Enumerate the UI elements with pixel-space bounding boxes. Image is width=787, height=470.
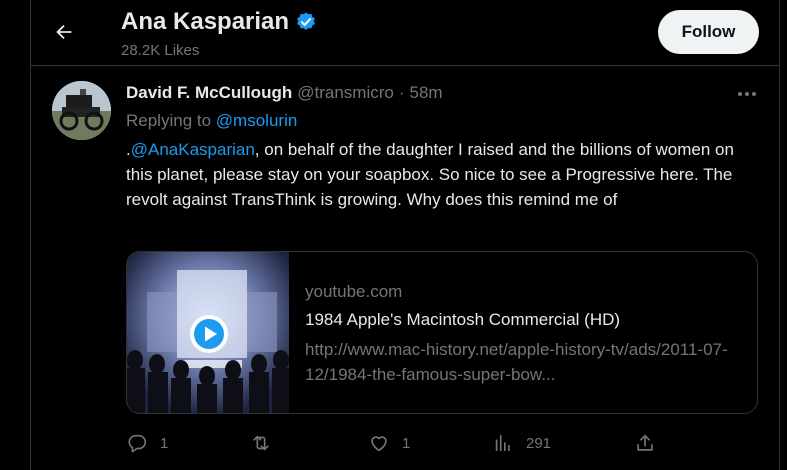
card-title: 1984 Apple's Macintosh Commercial (HD): [305, 310, 621, 329]
mention-link[interactable]: @AnaKasparian: [131, 140, 255, 159]
share-button[interactable]: [634, 430, 656, 456]
more-options-button[interactable]: [735, 86, 759, 102]
repost-icon: [253, 435, 269, 451]
reply-button[interactable]: 1: [126, 430, 168, 456]
reply-count: 1: [160, 434, 169, 452]
author-handle[interactable]: @transmicro: [297, 83, 394, 103]
profile-likes-count: 28.2K Likes: [121, 42, 200, 59]
play-button-icon[interactable]: [189, 314, 229, 354]
views-chart-icon: [495, 434, 510, 452]
share-icon: [637, 434, 653, 451]
card-description: http://www.mac-history.net/apple-history…: [305, 340, 728, 384]
tweet-text: .@AnaKasparian, on behalf of the daughte…: [126, 137, 736, 212]
author-name[interactable]: David F. McCullough: [126, 83, 292, 103]
meta-separator: ·: [398, 83, 405, 102]
replying-to: Replying to @msolurin: [126, 111, 297, 131]
profile-title-row: Ana Kasparian: [121, 8, 317, 36]
heart-icon: [371, 436, 387, 452]
back-button[interactable]: [48, 14, 80, 50]
card-domain: youtube.com: [305, 282, 403, 301]
avatar[interactable]: [52, 81, 111, 140]
arrow-left-icon: [56, 24, 72, 40]
avatar-image: [52, 81, 111, 140]
like-button[interactable]: 1: [368, 430, 410, 456]
card-body: youtube.com 1984 Apple's Macintosh Comme…: [305, 282, 745, 387]
repost-button[interactable]: [250, 430, 284, 456]
profile-header: Ana Kasparian 28.2K Likes Follow: [30, 0, 780, 66]
views-button[interactable]: 291: [492, 430, 551, 456]
tweet-meta: David F. McCullough @transmicro · 58m: [126, 83, 443, 103]
profile-name: Ana Kasparian: [121, 8, 290, 35]
views-count: 291: [526, 434, 552, 452]
replying-to-link[interactable]: @msolurin: [216, 111, 298, 130]
tweet-time[interactable]: 58m: [410, 83, 443, 103]
replying-prefix: Replying to: [126, 111, 212, 130]
tweet-actions: 1 1 291: [126, 430, 758, 458]
link-card[interactable]: youtube.com 1984 Apple's Macintosh Comme…: [126, 251, 758, 414]
card-thumbnail: [127, 252, 289, 413]
verified-badge-icon: [295, 11, 317, 33]
follow-button[interactable]: Follow: [658, 10, 759, 54]
like-count: 1: [402, 434, 411, 452]
reply-icon: [128, 434, 147, 453]
more-dots-icon: [738, 92, 756, 96]
